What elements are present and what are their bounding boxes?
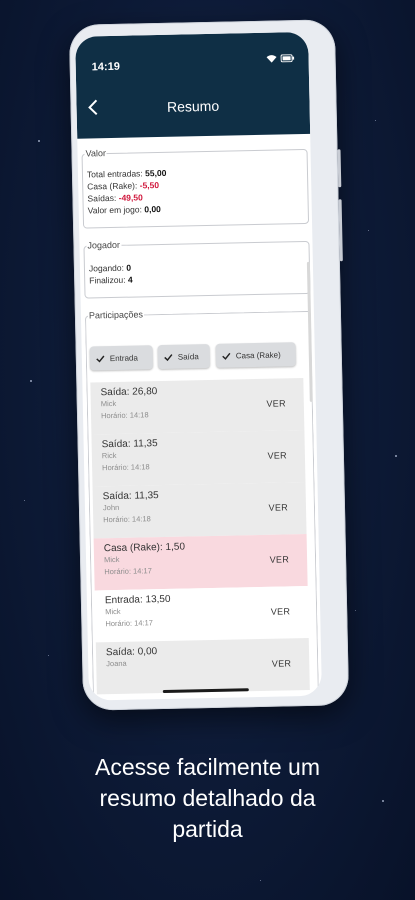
status-icons [266,54,295,63]
star [38,140,40,142]
phone-side-button [337,149,342,188]
star [355,610,356,611]
ver-button[interactable]: VER [266,398,286,408]
jogador-legend: Jogador [87,239,121,251]
caption-line: Acesse facilmente um [95,754,320,780]
ver-button[interactable]: VER [271,606,291,616]
valor-legend: Valor [85,148,106,159]
caption-line: partida [172,816,243,842]
list-item[interactable]: Saída: 11,35 John Horário: 14:18 VER [92,482,307,539]
total-entradas-value: 55,00 [145,167,167,179]
list-item[interactable]: Casa (Rake): 1,50 Mick Horário: 14:17 VE… [93,533,308,591]
promo-caption: Acesse facilmente um resumo detalhado da… [0,752,415,845]
filter-chip-label: Saída [177,351,199,362]
ver-button[interactable]: VER [270,554,290,564]
filter-chip-label: Entrada [109,352,138,363]
valor-em-jogo-value: 0,00 [144,203,161,215]
casa-rake-label: Casa (Rake): [87,180,138,192]
finalizou-label: Finalizou: [89,274,126,286]
casa-rake-value: -5,50 [139,180,160,191]
filter-chip-saida[interactable]: Saída [157,343,211,370]
star [375,120,376,121]
participations-list: Saída: 26,80 Mick Horário: 14:18 VER Saí… [90,378,310,695]
list-item[interactable]: Entrada: 13,50 Mick Horário: 14:17 VER [94,585,309,643]
saidas-label: Saídas: [87,192,117,204]
participacoes-legend: Participações [88,309,144,321]
finalizou-value: 4 [127,274,133,285]
star [24,500,25,501]
phone-side-button [338,199,343,262]
star [260,880,261,881]
star [30,380,32,382]
star [368,230,369,231]
star [395,455,397,457]
page-title: Resumo [166,97,220,115]
saidas-value: -49,50 [118,192,143,203]
ver-button[interactable]: VER [272,658,292,668]
check-icon [96,355,105,363]
ver-button[interactable]: VER [268,502,288,512]
app-bar: 14:19 Resumo [75,31,311,139]
jogando-value: 0 [126,262,132,273]
check-icon [222,352,231,360]
wifi-icon [266,55,277,63]
phone-mockup: 14:19 Resumo Valor Total entradas: 55,00… [68,19,350,711]
star [48,655,49,656]
summary-content: Valor Total entradas: 55,00 Casa (Rake):… [77,134,322,701]
status-time: 14:19 [91,60,121,74]
filter-chip-label: Casa (Rake) [235,349,281,360]
jogador-section: Jogador Jogando: 0 Finalizou: 4 [83,235,311,299]
list-item[interactable]: Saída: 0,00 Joana VER [95,637,310,695]
valor-section: Valor Total entradas: 55,00 Casa (Rake):… [81,143,310,229]
filter-chips: Entrada Saída Casa (Rake) [89,342,310,373]
list-item[interactable]: Saída: 11,35 Rick Horário: 14:18 VER [91,430,306,487]
ver-button[interactable]: VER [267,450,287,460]
list-item[interactable]: Saída: 26,80 Mick Horário: 14:18 VER [90,378,305,435]
total-entradas-label: Total entradas: [86,168,143,180]
valor-em-jogo-label: Valor em jogo: [87,204,143,216]
battery-icon [280,54,295,63]
check-icon [164,353,173,361]
filter-chip-entrada[interactable]: Entrada [89,345,154,371]
caption-line: resumo detalhado da [99,785,316,811]
jogando-label: Jogando: [88,262,125,274]
app-screen: 14:19 Resumo Valor Total entradas: 55,00… [75,31,322,701]
filter-chip-casa-rake[interactable]: Casa (Rake) [215,342,297,368]
